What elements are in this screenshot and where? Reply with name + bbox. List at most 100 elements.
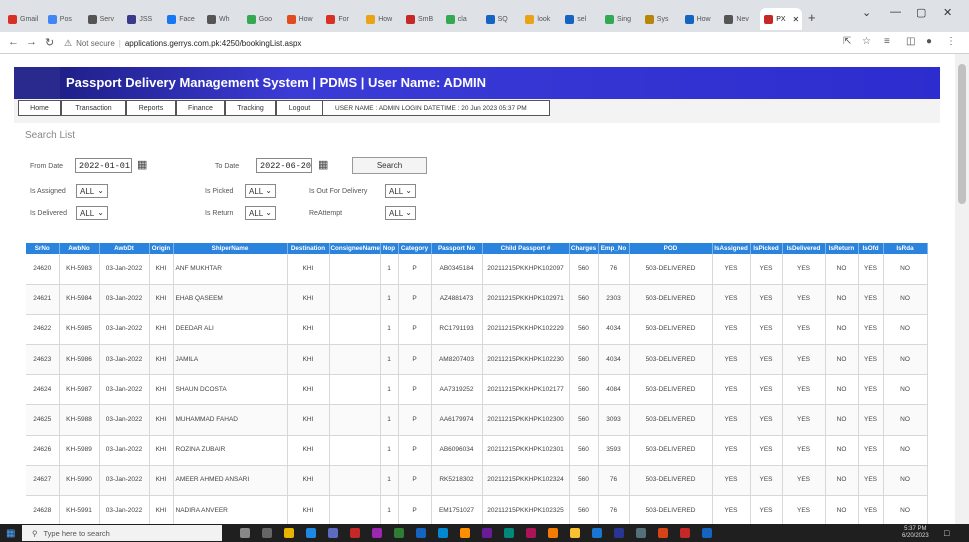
column-header[interactable]: IsReturn	[825, 243, 859, 254]
browser-tab[interactable]: Goo	[243, 8, 282, 30]
is-delivered-select[interactable]: ALL ⌄	[76, 206, 108, 220]
app-icon[interactable]	[460, 528, 470, 538]
reading-list-icon[interactable]: ≡	[884, 36, 890, 47]
app-icon[interactable]	[614, 528, 624, 538]
column-header[interactable]: AwbDt	[99, 243, 150, 254]
app-icon[interactable]	[350, 528, 360, 538]
minimize-icon[interactable]: ⌄	[862, 6, 871, 19]
column-header[interactable]: IsDelivered	[782, 243, 826, 254]
menu-finance[interactable]: Finance	[176, 100, 225, 116]
browser-tab[interactable]: Nev	[720, 8, 759, 30]
windows-start-icon[interactable]: ▦	[6, 528, 15, 539]
profile-icon[interactable]: ●	[926, 36, 932, 47]
column-header[interactable]: Passport No	[431, 243, 483, 254]
word-icon[interactable]	[416, 528, 426, 538]
browser-menu-icon[interactable]: ⋮	[946, 36, 956, 47]
search-button[interactable]: Search	[352, 157, 427, 174]
column-header[interactable]: IsOfd	[858, 243, 884, 254]
app-icon[interactable]	[548, 528, 558, 538]
column-header[interactable]: IsRda	[883, 243, 928, 254]
maximize-icon[interactable]: ▢	[916, 6, 926, 19]
table-row[interactable]: 24621 KH-5984 03-Jan-2022 KHI EHAB QASEEM KHI…	[26, 284, 928, 315]
notifications-icon[interactable]: □	[944, 528, 949, 538]
excel-icon[interactable]	[394, 528, 404, 538]
scrollbar-thumb[interactable]	[958, 64, 966, 204]
app-icon[interactable]	[658, 528, 668, 538]
column-header[interactable]: Destination	[287, 243, 330, 254]
reload-icon[interactable]: ↻	[45, 36, 54, 49]
column-header[interactable]: ShiperName	[173, 243, 288, 254]
column-header[interactable]: ConsigneeName	[329, 243, 381, 254]
column-header[interactable]: SrNo	[26, 243, 60, 254]
column-header[interactable]: Nop	[380, 243, 399, 254]
column-header[interactable]: Charges	[569, 243, 599, 254]
widgets-icon[interactable]	[262, 528, 272, 538]
menu-logout[interactable]: Logout	[276, 100, 323, 116]
app-icon[interactable]	[526, 528, 536, 538]
is-out-for-delivery-select[interactable]: ALL ⌄	[385, 184, 416, 198]
app-icon[interactable]	[702, 528, 712, 538]
edge-icon[interactable]	[306, 528, 316, 538]
browser-tab[interactable]: sel	[561, 8, 600, 30]
close-window-icon[interactable]: ✕	[943, 6, 952, 19]
column-header[interactable]: AwbNo	[59, 243, 100, 254]
browser-tab[interactable]: How	[681, 8, 720, 30]
table-row[interactable]: 24622 KH-5985 03-Jan-2022 KHI DEEDAR ALI KHI 1…	[26, 314, 928, 346]
table-row[interactable]: 24628 KH-5991 03-Jan-2022 KHI NADIRA ANVEER K…	[26, 495, 928, 527]
browser-tab[interactable]: Gmail	[4, 8, 43, 30]
table-row[interactable]: 24627 KH-5990 03-Jan-2022 KHI AMEER AHMED AN…	[26, 465, 928, 497]
app-icon[interactable]	[636, 528, 646, 538]
from-date-input[interactable]: 2022-01-01	[75, 158, 132, 173]
browser-tab[interactable]: Sing	[601, 8, 640, 30]
bookmark-star-icon[interactable]: ☆	[862, 36, 871, 47]
file-explorer-icon[interactable]	[284, 528, 294, 538]
restore-down-icon[interactable]: —	[890, 6, 901, 18]
column-header[interactable]: Emp_No	[598, 243, 630, 254]
taskbar-clock[interactable]: 5:37 PM 6/20/2023	[902, 526, 929, 540]
browser-tab[interactable]: Face	[163, 8, 202, 30]
menu-reports[interactable]: Reports	[126, 100, 176, 116]
page-scrollbar[interactable]	[955, 54, 969, 524]
is-return-select[interactable]: ALL ⌄	[245, 206, 276, 220]
to-date-input[interactable]: 2022-06-20	[256, 158, 312, 173]
share-icon[interactable]: ⇱	[843, 36, 851, 47]
browser-tab[interactable]: SmB	[402, 8, 441, 30]
chrome-icon[interactable]	[680, 528, 690, 538]
sidebar-icon[interactable]: ◫	[906, 36, 915, 47]
column-header[interactable]: Category	[398, 243, 432, 254]
url-field[interactable]: ⚠ Not secure | applications.gerrys.com.p…	[64, 35, 834, 51]
browser-tab[interactable]: cla	[442, 8, 481, 30]
browser-tab[interactable]: Sys	[641, 8, 680, 30]
outlook-icon[interactable]	[438, 528, 448, 538]
table-row[interactable]: 24625 KH-5988 03-Jan-2022 KHI MUHAMMAD FAHAD…	[26, 404, 928, 436]
visual-studio-icon[interactable]	[482, 528, 492, 538]
new-tab-button[interactable]: +	[808, 10, 816, 25]
column-header[interactable]: Child Passport #	[482, 243, 570, 254]
app-icon[interactable]	[372, 528, 382, 538]
column-header[interactable]: Origin	[149, 243, 174, 254]
is-picked-select[interactable]: ALL ⌄	[245, 184, 276, 198]
menu-tracking[interactable]: Tracking	[225, 100, 276, 116]
app-icon[interactable]	[570, 528, 580, 538]
back-icon[interactable]: ←	[8, 36, 19, 48]
table-row[interactable]: 24620 KH-5983 03-Jan-2022 KHI ANF MUKHTAR KHI…	[26, 254, 928, 285]
browser-tab[interactable]: JSS	[123, 8, 162, 30]
is-assigned-select[interactable]: ALL ⌄	[76, 184, 108, 198]
close-tab-icon[interactable]: ✕	[793, 15, 800, 24]
browser-tab[interactable]: For	[322, 8, 361, 30]
task-view-icon[interactable]	[240, 528, 250, 538]
app-icon[interactable]	[592, 528, 602, 538]
forward-icon[interactable]: →	[26, 36, 37, 48]
column-header[interactable]: POD	[629, 243, 713, 254]
calendar-icon[interactable]: ▦	[137, 158, 147, 171]
taskbar-search[interactable]: ⚲ Type here to search	[22, 525, 222, 541]
browser-tab[interactable]: look	[521, 8, 560, 30]
browser-tab[interactable]: Serv	[84, 8, 123, 30]
calendar-icon[interactable]: ▦	[318, 158, 328, 171]
menu-home[interactable]: Home	[18, 100, 61, 116]
menu-transaction[interactable]: Transaction	[61, 100, 126, 116]
browser-tab[interactable]: Wh	[203, 8, 242, 30]
table-row[interactable]: 24624 KH-5987 03-Jan-2022 KHI SHAUN DCOSTA KH…	[26, 374, 928, 406]
browser-tab[interactable]: Pos	[44, 8, 83, 30]
browser-tab[interactable]: PX ✕	[760, 8, 803, 30]
